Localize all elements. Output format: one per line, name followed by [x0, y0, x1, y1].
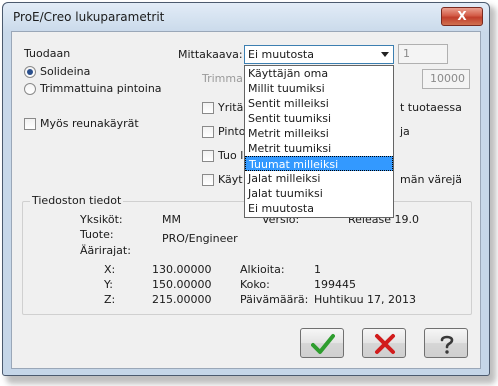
- elements-value: 1: [314, 263, 321, 276]
- date-value: Huhtikuu 17, 2013: [314, 293, 417, 306]
- edges-checkbox-label[interactable]: Myös reunakäyrät: [40, 117, 139, 130]
- option-checkbox-4[interactable]: [202, 174, 214, 186]
- date-label: Päivämäärä:: [240, 293, 309, 306]
- ok-button[interactable]: [300, 328, 344, 358]
- size-value: 199445: [314, 278, 356, 291]
- edges-checkbox[interactable]: [24, 118, 36, 130]
- dropdown-option[interactable]: Käyttäjän oma: [245, 66, 393, 81]
- dropdown-option[interactable]: Ei muutosta: [245, 201, 393, 216]
- dialog-window: ProE/Creo lukuparametrit X Tuodaan Solid…: [2, 2, 490, 376]
- solids-radio[interactable]: [24, 66, 36, 78]
- import-group-label: Tuodaan: [24, 47, 71, 60]
- scale-dropdown[interactable]: Ei muutosta: [244, 45, 394, 64]
- y-value: 150.00000: [152, 278, 212, 291]
- option-2-label[interactable]: Pinto: [218, 125, 245, 138]
- dropdown-option[interactable]: Jalat milleiksi: [245, 171, 393, 186]
- chevron-down-icon[interactable]: [381, 52, 389, 57]
- scale-selected-value: Ei muutosta: [248, 48, 314, 61]
- size-label: Koko:: [240, 278, 270, 291]
- solids-radio-label[interactable]: Solideina: [40, 65, 90, 78]
- surfaces-radio[interactable]: [24, 83, 36, 95]
- dropdown-option[interactable]: Sentit tuumiksi: [245, 111, 393, 126]
- product-label: Tuote:: [80, 228, 114, 241]
- scale-dropdown-list[interactable]: Käyttäjän oma Millit tuumiksi Sentit mil…: [244, 65, 394, 218]
- question-icon: [440, 335, 454, 354]
- scale-factor-field[interactable]: 1: [398, 44, 448, 64]
- window-title: ProE/Creo lukuparametrit: [13, 10, 165, 24]
- dropdown-option[interactable]: Metrit tuumiksi: [245, 141, 393, 156]
- x-icon: [375, 334, 395, 354]
- dialog-client-area: Tuodaan Solideina Trimmattuina pintoina …: [11, 31, 481, 369]
- dropdown-option-selected[interactable]: Tuumat milleiksi: [245, 156, 393, 171]
- scale-label: Mittakaava:: [178, 48, 243, 61]
- option-4-label-tail: män värejä: [400, 173, 463, 186]
- option-2-label-tail: ja: [400, 125, 410, 138]
- option-1-label[interactable]: Yritä: [218, 101, 243, 114]
- option-checkbox-1[interactable]: [202, 102, 214, 114]
- file-info-title: Tiedoston tiedot: [30, 194, 124, 207]
- help-button[interactable]: [424, 328, 468, 358]
- elements-label: Alkioita:: [240, 263, 285, 276]
- z-label: Z:: [104, 293, 116, 306]
- z-value: 215.00000: [152, 293, 212, 306]
- dropdown-option[interactable]: Sentit milleiksi: [245, 96, 393, 111]
- units-label: Yksiköt:: [80, 213, 123, 226]
- trim-label: Trimma: [202, 72, 243, 85]
- surfaces-radio-label[interactable]: Trimmattuina pintoina: [40, 82, 162, 95]
- option-4-label[interactable]: Käyt: [218, 173, 243, 186]
- extents-label: Äärirajat:: [80, 244, 131, 257]
- y-label: Y:: [104, 278, 113, 291]
- close-button[interactable]: X: [441, 7, 483, 26]
- option-checkbox-2[interactable]: [202, 126, 214, 138]
- option-checkbox-3[interactable]: [202, 150, 214, 162]
- x-value: 130.00000: [152, 263, 212, 276]
- option-3-label[interactable]: Tuo l: [218, 149, 243, 162]
- dropdown-option[interactable]: Jalat tuumiksi: [245, 186, 393, 201]
- trim-value-field[interactable]: 10000: [422, 69, 470, 89]
- x-label: X:: [104, 263, 116, 276]
- dropdown-option[interactable]: Metrit milleiksi: [245, 126, 393, 141]
- dropdown-option[interactable]: Millit tuumiksi: [245, 81, 393, 96]
- title-bar[interactable]: ProE/Creo lukuparametrit X: [3, 3, 489, 31]
- checkmark-icon: [311, 334, 335, 354]
- product-value: PRO/Engineer: [162, 232, 238, 245]
- units-value: MM: [162, 213, 181, 226]
- option-1-label-tail: t tuotaessa: [400, 101, 462, 114]
- cancel-button[interactable]: [362, 328, 406, 358]
